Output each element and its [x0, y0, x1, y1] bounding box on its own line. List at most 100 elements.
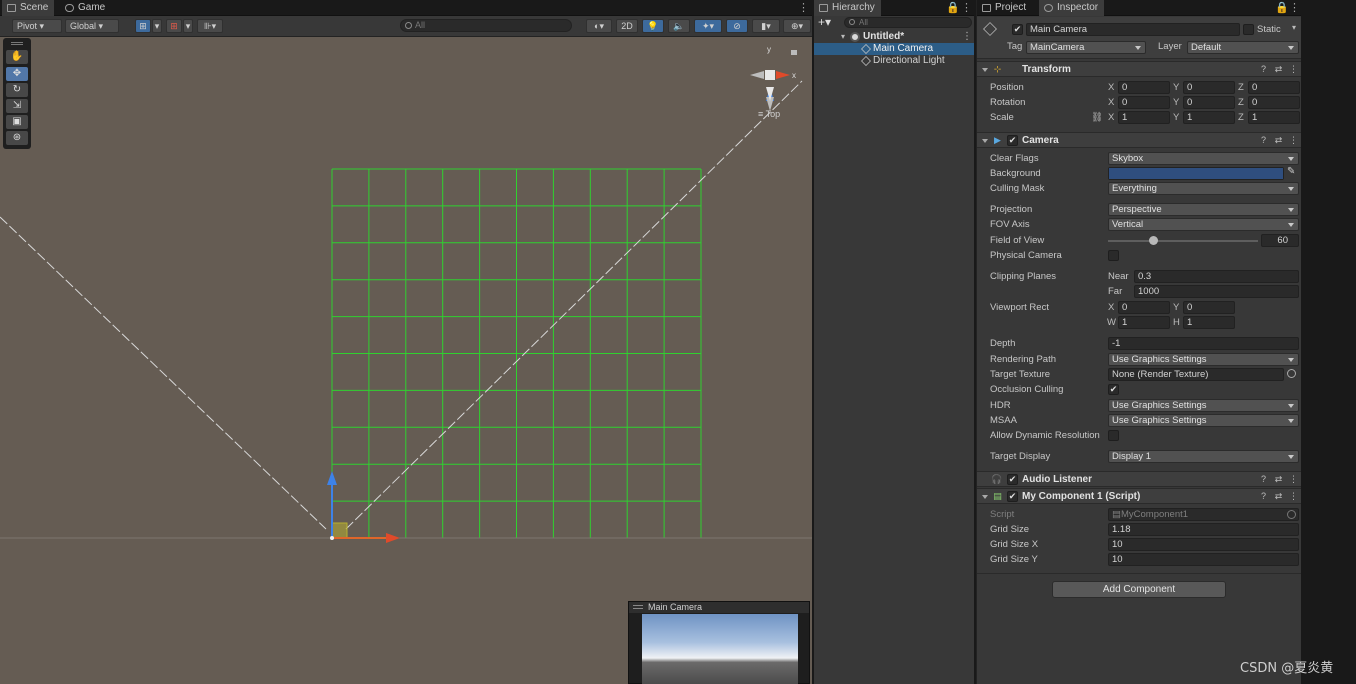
active-checkbox[interactable]: ✔: [1012, 24, 1023, 35]
y-axis-arrow-icon[interactable]: [327, 471, 337, 485]
physical-camera-checkbox[interactable]: [1108, 250, 1119, 261]
layer-dropdown[interactable]: Default: [1187, 41, 1299, 54]
tag-dropdown[interactable]: MainCamera: [1026, 41, 1146, 54]
scene-search-input[interactable]: All: [400, 19, 572, 32]
scale-tool-icon[interactable]: ⇲: [6, 99, 28, 113]
expand-arrow-icon[interactable]: ▾: [841, 31, 845, 43]
orientation-gizmo[interactable]: y x: [750, 45, 797, 111]
viewport-w-field[interactable]: 1: [1118, 316, 1170, 329]
tab-game[interactable]: Game: [60, 0, 111, 16]
hdr-dropdown[interactable]: Use Graphics Settings: [1108, 399, 1299, 412]
tab-scene[interactable]: Scene: [2, 0, 55, 16]
preset-icon[interactable]: ⇄: [1273, 135, 1284, 146]
rotation-z-field[interactable]: 0: [1248, 96, 1300, 109]
camera-header[interactable]: ▶ ✔ Camera ? ⇄ ⋮: [977, 132, 1302, 148]
scale-x-field[interactable]: 1: [1118, 111, 1170, 124]
scene-menu-icon[interactable]: ⋮: [798, 1, 809, 15]
hierarchy-search-input[interactable]: All: [844, 17, 972, 28]
position-z-field[interactable]: 0: [1248, 81, 1300, 94]
static-checkbox[interactable]: [1243, 24, 1254, 35]
my-component-enabled-checkbox[interactable]: ✔: [1007, 491, 1018, 502]
foldout-arrow-icon[interactable]: [982, 139, 988, 143]
rendering-path-dropdown[interactable]: Use Graphics Settings: [1108, 353, 1299, 366]
background-color-field[interactable]: [1108, 167, 1284, 180]
hierarchy-scene-row[interactable]: ▾ Untitled* ⋮: [814, 31, 974, 43]
pivot-dropdown[interactable]: Pivot ▾: [12, 19, 62, 33]
dynamic-resolution-checkbox[interactable]: [1108, 430, 1119, 441]
snap-button[interactable]: ⊞: [166, 19, 182, 33]
camera-settings-dropdown[interactable]: ▮▾: [752, 19, 780, 33]
increment-snap-button[interactable]: ⊪▾: [197, 19, 223, 33]
rotation-y-field[interactable]: 0: [1183, 96, 1235, 109]
camera-enabled-checkbox[interactable]: ✔: [1007, 135, 1018, 146]
help-icon[interactable]: ?: [1258, 64, 1269, 75]
component-menu-icon[interactable]: ⋮: [1288, 474, 1299, 485]
rotate-tool-icon[interactable]: ↻: [6, 83, 28, 97]
create-button[interactable]: +▾: [818, 16, 836, 29]
foldout-arrow-icon[interactable]: [982, 495, 988, 499]
culling-mask-dropdown[interactable]: Everything: [1108, 182, 1299, 195]
position-y-field[interactable]: 0: [1183, 81, 1235, 94]
transform-header[interactable]: ⊹ Transform ? ⇄ ⋮: [977, 61, 1302, 77]
scale-y-field[interactable]: 1: [1183, 111, 1235, 124]
move-handle-plane[interactable]: [331, 522, 348, 539]
fov-axis-dropdown[interactable]: Vertical: [1108, 218, 1299, 231]
target-texture-field[interactable]: None (Render Texture): [1108, 368, 1284, 381]
target-display-dropdown[interactable]: Display 1: [1108, 450, 1299, 463]
static-dropdown-icon[interactable]: ▾: [1292, 23, 1296, 32]
tab-project[interactable]: Project: [977, 0, 1032, 16]
fov-slider-track[interactable]: [1108, 240, 1258, 242]
component-menu-icon[interactable]: ⋮: [1288, 64, 1299, 75]
gizmos-dropdown[interactable]: ⊕▾: [783, 19, 811, 33]
object-name-field[interactable]: Main Camera: [1026, 23, 1240, 36]
eyedropper-icon[interactable]: ✎: [1287, 166, 1295, 177]
grid-visibility-button[interactable]: ⊞: [135, 19, 151, 33]
rotation-x-field[interactable]: 0: [1118, 96, 1170, 109]
foldout-arrow-icon[interactable]: [982, 68, 988, 72]
position-x-field[interactable]: 0: [1118, 81, 1170, 94]
grid-size-field[interactable]: 1.18: [1108, 523, 1299, 536]
hand-tool-icon[interactable]: ✋: [6, 50, 28, 64]
move-tool-icon[interactable]: ✥: [6, 67, 28, 81]
scale-lock-icon[interactable]: ⛓: [1091, 112, 1103, 124]
hierarchy-item-main-camera[interactable]: Main Camera: [814, 43, 974, 55]
audio-listener-enabled-checkbox[interactable]: ✔: [1007, 474, 1018, 485]
scene-view[interactable]: y x ≡ Top ✋ ✥ ↻ ⇲ ▣ ⊛ Main Camera: [0, 37, 812, 684]
help-icon[interactable]: ?: [1258, 135, 1269, 146]
lock-icon[interactable]: 🔒: [1275, 1, 1289, 15]
tab-hierarchy[interactable]: Hierarchy: [814, 0, 881, 16]
component-menu-icon[interactable]: ⋮: [1288, 135, 1299, 146]
grid-size-y-field[interactable]: 10: [1108, 553, 1299, 566]
audio-listener-header[interactable]: 🎧 ✔ Audio Listener ? ⇄ ⋮: [977, 471, 1302, 487]
grid-visibility-dropdown[interactable]: ▾: [152, 19, 162, 33]
effects-dropdown[interactable]: ✦▾: [694, 19, 722, 33]
viewport-h-field[interactable]: 1: [1183, 316, 1235, 329]
grid-size-x-field[interactable]: 10: [1108, 538, 1299, 551]
global-dropdown[interactable]: Global ▾: [65, 19, 119, 33]
x-axis-arrow-icon[interactable]: [386, 533, 400, 543]
add-component-button[interactable]: Add Component: [1052, 581, 1226, 598]
occlusion-culling-checkbox[interactable]: ✔: [1108, 384, 1119, 395]
clear-flags-dropdown[interactable]: Skybox: [1108, 152, 1299, 165]
my-component-header[interactable]: ▤ ✔ My Component 1 (Script) ? ⇄ ⋮: [977, 488, 1302, 504]
shading-mode-button[interactable]: ◐▾: [586, 19, 612, 33]
preset-icon[interactable]: ⇄: [1273, 474, 1284, 485]
projection-dropdown[interactable]: Perspective: [1108, 203, 1299, 216]
help-icon[interactable]: ?: [1258, 491, 1269, 502]
viewport-x-field[interactable]: 0: [1118, 301, 1170, 314]
2d-toggle[interactable]: 2D: [616, 19, 638, 33]
msaa-dropdown[interactable]: Use Graphics Settings: [1108, 414, 1299, 427]
far-clip-field[interactable]: 1000: [1134, 285, 1299, 298]
lock-icon[interactable]: 🔒: [946, 1, 960, 15]
scale-z-field[interactable]: 1: [1248, 111, 1300, 124]
hierarchy-item-directional-light[interactable]: Directional Light: [814, 55, 974, 67]
fov-slider-thumb[interactable]: [1149, 236, 1158, 245]
hidden-objects-toggle-icon[interactable]: ⊘: [726, 19, 748, 33]
preset-icon[interactable]: ⇄: [1273, 64, 1284, 75]
object-picker-icon[interactable]: [1287, 369, 1296, 378]
preset-icon[interactable]: ⇄: [1273, 491, 1284, 502]
lighting-toggle-icon[interactable]: 💡: [642, 19, 664, 33]
tab-inspector[interactable]: Inspector: [1039, 0, 1105, 16]
depth-field[interactable]: -1: [1108, 337, 1299, 350]
inspector-menu-icon[interactable]: ⋮: [1289, 1, 1300, 15]
